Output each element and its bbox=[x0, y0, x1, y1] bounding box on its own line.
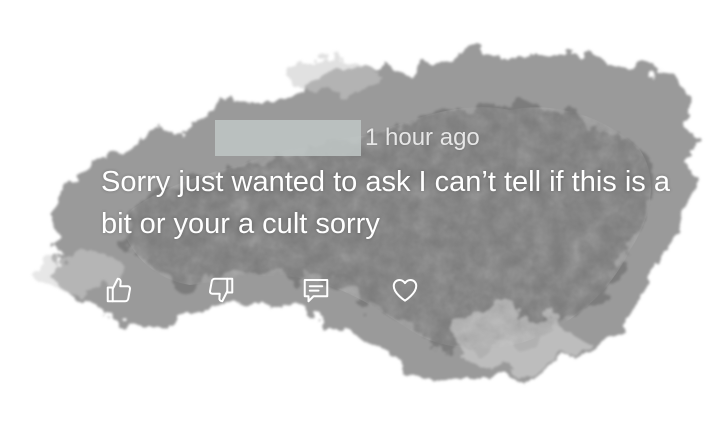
like-button[interactable] bbox=[102, 273, 136, 307]
redacted-username[interactable] bbox=[215, 120, 361, 156]
thumbs-up-icon bbox=[106, 277, 132, 303]
comment-actions bbox=[100, 273, 430, 307]
thumbs-down-icon bbox=[208, 277, 234, 303]
reply-button[interactable] bbox=[299, 273, 333, 307]
comment-header: 1 hour ago bbox=[215, 120, 480, 156]
reply-icon bbox=[303, 279, 329, 303]
comment-body: Sorry just wanted to ask I can’t tell if… bbox=[101, 166, 670, 240]
comment-timestamp: 1 hour ago bbox=[365, 124, 480, 151]
heart-icon bbox=[392, 279, 418, 302]
heart-button[interactable] bbox=[388, 273, 422, 307]
dislike-button[interactable] bbox=[204, 273, 238, 307]
comment: 1 hour ago Sorry just wanted to ask I ca… bbox=[0, 0, 720, 429]
